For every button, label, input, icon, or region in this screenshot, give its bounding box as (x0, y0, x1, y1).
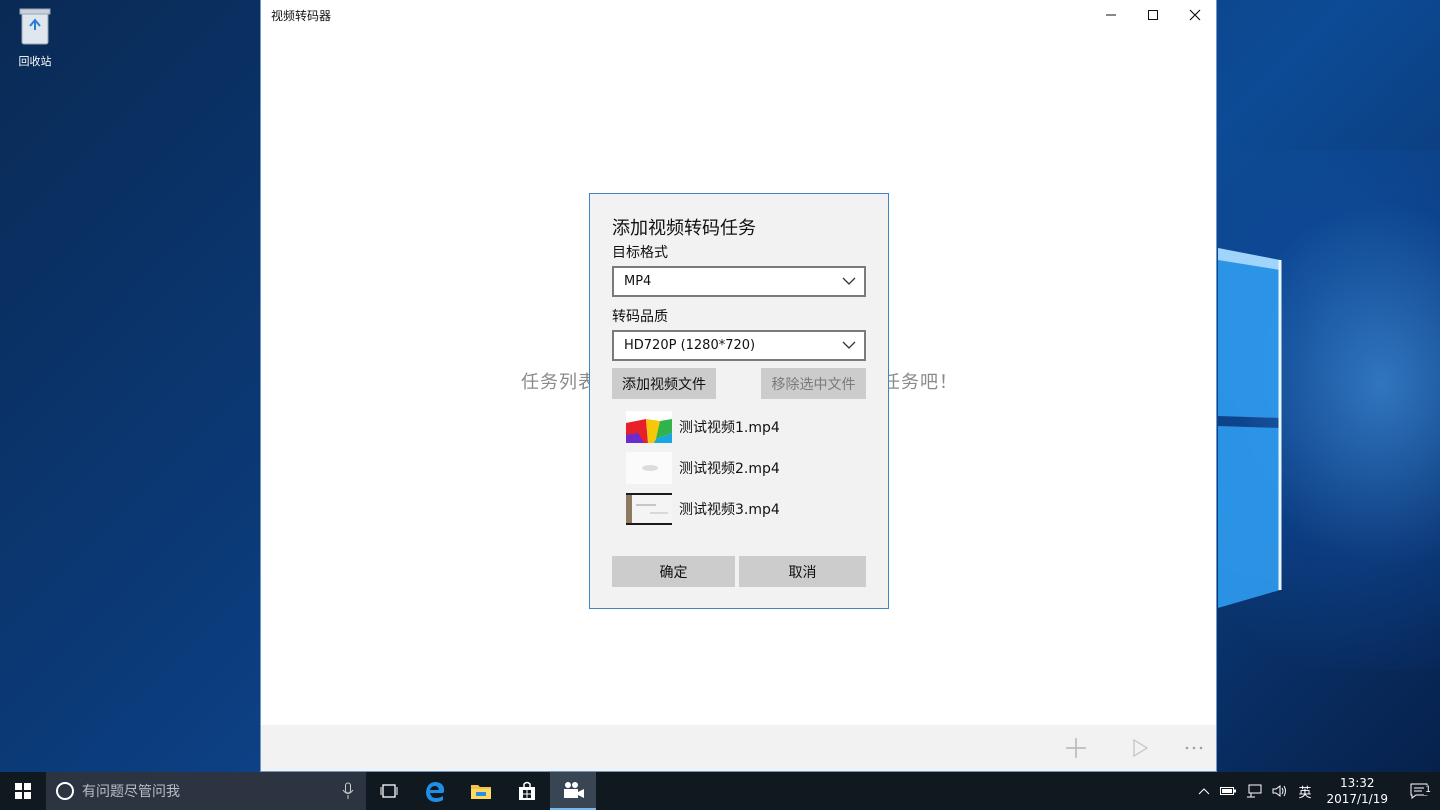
clock-date: 2017/1/19 (1326, 792, 1388, 806)
maximize-button[interactable] (1132, 0, 1174, 30)
volume-icon (1272, 785, 1287, 797)
file-name: 测试视频2.mp4 (679, 461, 780, 477)
add-task-dialog: 添加视频转码任务 目标格式 MP4 转码品质 HD720P (1280*720)… (589, 193, 889, 609)
file-list-item[interactable]: 测试视频2.mp4 (626, 451, 780, 485)
close-icon (1189, 9, 1201, 21)
close-button[interactable] (1174, 0, 1216, 30)
battery-indicator[interactable] (1215, 786, 1241, 796)
minimize-button[interactable] (1090, 0, 1132, 30)
video-thumbnail (626, 411, 672, 443)
more-options-button[interactable] (1174, 725, 1214, 771)
file-name: 测试视频3.mp4 (679, 502, 780, 518)
quality-value: HD720P (1280*720) (624, 338, 756, 353)
add-video-file-button[interactable]: 添加视频文件 (612, 368, 716, 399)
task-view-button[interactable] (366, 772, 412, 810)
recycle-bin-label: 回收站 (18, 55, 52, 68)
cortana-icon (56, 782, 74, 800)
show-hidden-icons-button[interactable] (1193, 787, 1215, 795)
chevron-up-icon (1199, 788, 1210, 795)
start-button[interactable] (0, 772, 46, 810)
task-view-icon (380, 784, 398, 798)
format-dropdown[interactable]: MP4 (612, 266, 866, 297)
video-thumbnail (626, 452, 672, 484)
microphone-icon[interactable] (342, 782, 354, 800)
ok-button[interactable]: 确定 (612, 556, 735, 587)
cancel-button[interactable]: 取消 (739, 556, 866, 587)
taskbar: 有问题尽管问我 英 13:32 2017/1/19 1 (0, 772, 1440, 810)
notification-count-badge: 1 (1424, 785, 1432, 795)
windows-start-icon (15, 783, 31, 799)
store-button[interactable] (504, 772, 550, 810)
plus-icon (1066, 738, 1086, 758)
format-label: 目标格式 (612, 245, 668, 261)
play-icon (1133, 739, 1148, 757)
video-camera-icon (564, 782, 584, 798)
maximize-icon (1148, 10, 1158, 20)
dialog-title: 添加视频转码任务 (612, 218, 756, 239)
window-title: 视频转码器 (271, 8, 332, 23)
action-center-button[interactable]: 1 (1398, 783, 1440, 799)
network-indicator[interactable] (1241, 784, 1267, 798)
file-explorer-button[interactable] (458, 772, 504, 810)
bottom-app-bar (261, 725, 1216, 771)
system-tray: 英 13:32 2017/1/19 1 (1193, 772, 1440, 810)
edge-browser-button[interactable] (412, 772, 458, 810)
battery-icon (1220, 787, 1237, 795)
quality-dropdown[interactable]: HD720P (1280*720) (612, 330, 866, 361)
clock-time: 13:32 (1339, 776, 1375, 790)
remove-selected-file-button[interactable]: 移除选中文件 (761, 368, 866, 399)
add-task-button[interactable] (1056, 725, 1096, 771)
recycle-bin[interactable]: 回收站 (10, 6, 60, 69)
edge-icon (426, 782, 445, 802)
chevron-down-icon (842, 277, 856, 285)
search-placeholder: 有问题尽管问我 (82, 784, 180, 800)
cortana-search-box[interactable]: 有问题尽管问我 (46, 772, 366, 810)
minimize-icon (1106, 14, 1116, 16)
file-list-item[interactable]: 测试视频3.mp4 (626, 492, 780, 526)
volume-indicator[interactable] (1267, 784, 1293, 798)
store-bag-icon (519, 781, 535, 800)
folder-icon (471, 785, 491, 799)
windows-logo-wallpaper (1218, 248, 1282, 608)
input-method-indicator[interactable]: 英 (1293, 782, 1316, 801)
quality-label: 转码品质 (612, 309, 668, 325)
format-value: MP4 (624, 274, 652, 289)
video-converter-taskbar-button[interactable] (550, 772, 596, 810)
chevron-down-icon (842, 341, 856, 349)
start-transcode-button[interactable] (1120, 725, 1160, 771)
clock[interactable]: 13:32 2017/1/19 (1316, 775, 1398, 807)
file-name: 测试视频1.mp4 (679, 420, 780, 436)
recycle-bin-icon (19, 8, 51, 45)
video-thumbnail (626, 493, 672, 525)
file-list-item[interactable]: 测试视频1.mp4 (626, 410, 780, 444)
more-icon (1185, 746, 1203, 750)
title-bar[interactable]: 视频转码器 (261, 0, 1216, 30)
network-icon (1247, 784, 1262, 798)
